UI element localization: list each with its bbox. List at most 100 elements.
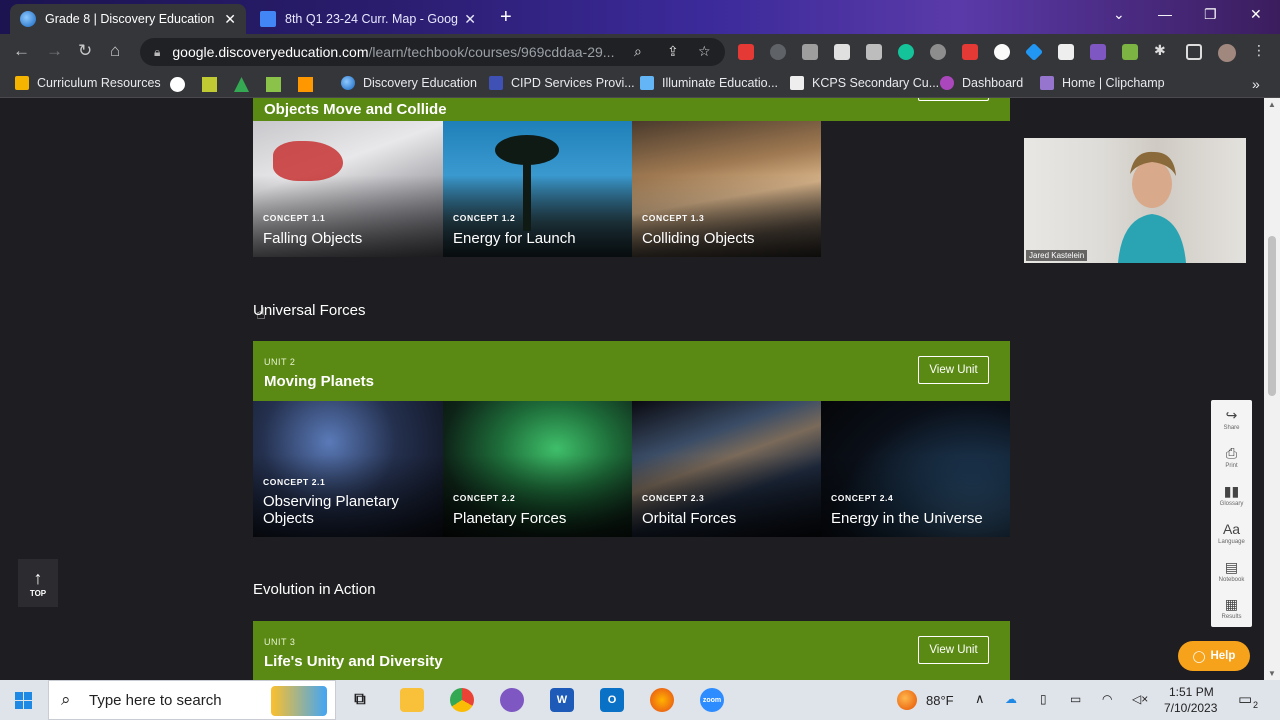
extension-icon[interactable] xyxy=(866,44,882,60)
extension-icon[interactable] xyxy=(1090,44,1106,60)
side-panel-icon[interactable] xyxy=(1186,44,1202,60)
adblock-extension-icon[interactable] xyxy=(738,44,754,60)
extension-icon[interactable] xyxy=(930,44,946,60)
word-icon[interactable]: W xyxy=(550,688,574,712)
firefox-icon[interactable] xyxy=(650,688,674,712)
language-tool[interactable]: Aa Language xyxy=(1211,514,1252,552)
share-icon[interactable]: ⇪ xyxy=(667,43,679,60)
close-window-icon[interactable]: ✕ xyxy=(1250,6,1262,23)
extension-il-icon[interactable] xyxy=(1058,44,1074,60)
extension-icon[interactable] xyxy=(994,44,1010,60)
file-explorer-icon[interactable] xyxy=(400,688,424,712)
zoom-icon[interactable]: zoom xyxy=(700,688,724,712)
notebook-tool[interactable]: ▤ Notebook xyxy=(1211,552,1252,590)
concept-card-1-2[interactable]: CONCEPT 1.2 Energy for Launch xyxy=(443,121,632,257)
extension-icon[interactable] xyxy=(834,44,850,60)
app-icon[interactable] xyxy=(500,688,524,712)
concept-name: Observing Planetary Objects xyxy=(263,493,399,527)
bookmark-c-icon[interactable] xyxy=(266,77,281,92)
outlook-icon[interactable]: O xyxy=(600,688,624,712)
concept-card-2-3[interactable]: CONCEPT 2.3 Orbital Forces xyxy=(632,401,821,537)
chevron-up-icon[interactable]: ∧ xyxy=(975,691,985,707)
bookmark-dashboard[interactable]: Dashboard xyxy=(940,76,1023,90)
unit-title: Life's Unity and Diversity xyxy=(264,653,443,670)
concept-card-2-2[interactable]: CONCEPT 2.2 Planetary Forces xyxy=(443,401,632,537)
glossary-tool[interactable]: ▮▮ Glossary xyxy=(1211,476,1252,514)
view-unit-button[interactable]: View Unit xyxy=(918,636,989,664)
bookmark-kcps[interactable]: KCPS Secondary Cu... xyxy=(790,76,939,90)
help-button[interactable]: ◯ Help xyxy=(1178,641,1250,671)
arrow-up-icon: ↑ xyxy=(33,567,43,588)
wifi-icon[interactable]: ◠ xyxy=(1102,692,1112,706)
bookmark-curriculum-resources[interactable]: Curriculum Resources xyxy=(15,76,161,90)
concept-card-2-1[interactable]: CONCEPT 2.1 Observing Planetary Objects xyxy=(253,401,443,537)
minimize-icon[interactable]: — xyxy=(1158,6,1172,22)
view-unit-button[interactable]: View Unit xyxy=(918,356,989,384)
onedrive-icon[interactable]: ☁ xyxy=(1005,692,1017,706)
extension-icon[interactable] xyxy=(962,44,978,60)
discovery-globe-icon xyxy=(20,11,36,27)
list-icon xyxy=(489,76,503,90)
windows-start-icon[interactable] xyxy=(15,692,32,709)
extension-icon[interactable] xyxy=(1122,44,1138,60)
share-tool[interactable]: ↪ Share xyxy=(1211,400,1252,438)
tool-label: Results xyxy=(1221,613,1242,620)
discovery-globe-icon xyxy=(341,76,355,90)
extensions-puzzle-icon[interactable]: ✱ xyxy=(1154,42,1170,58)
reload-icon[interactable]: ↻ xyxy=(78,41,92,61)
restore-icon[interactable]: ❐ xyxy=(1204,6,1217,23)
task-view-icon[interactable]: ⧉ xyxy=(348,688,372,712)
close-tab-icon[interactable]: ✕ xyxy=(224,11,236,28)
tab-curriculum-map[interactable]: 8th Q1 23-24 Curr. Map - Google ✕ xyxy=(250,4,486,34)
video-overlay[interactable]: Jared Kastelein xyxy=(1024,138,1246,263)
page-scrollbar[interactable]: ▲ ▼ xyxy=(1264,98,1280,680)
new-tab-button[interactable]: + xyxy=(500,6,512,29)
bookmark-clipchamp[interactable]: Home | Clipchamp xyxy=(1040,76,1165,90)
chrome-icon[interactable] xyxy=(450,688,474,712)
print-tool[interactable]: ⎙ Print xyxy=(1211,438,1252,476)
home-icon[interactable]: ⌂ xyxy=(110,41,120,61)
tab-search-icon[interactable]: ⌄ xyxy=(1113,6,1125,23)
unit-title: Moving Planets xyxy=(264,373,375,390)
more-bookmarks-icon[interactable]: » xyxy=(1252,76,1260,92)
extension-d-icon[interactable] xyxy=(802,44,818,60)
concept-card-1-3[interactable]: CONCEPT 1.3 Colliding Objects xyxy=(632,121,821,257)
browser-menu-icon[interactable]: ⋮ xyxy=(1252,42,1268,58)
concept-image xyxy=(273,141,343,181)
bookmark-orange-icon[interactable] xyxy=(298,77,313,92)
results-tool[interactable]: ▦ Results xyxy=(1211,589,1252,627)
tool-label: Language xyxy=(1218,538,1245,545)
notification-icon[interactable]: ▭ xyxy=(1238,690,1252,708)
scroll-down-icon[interactable]: ▼ xyxy=(1268,669,1276,678)
tool-label: Share xyxy=(1223,424,1240,431)
forward-icon[interactable]: → xyxy=(46,41,63,61)
concept-card-1-1[interactable]: CONCEPT 1.1 Falling Objects xyxy=(253,121,443,257)
bookmark-illuminate[interactable]: Illuminate Educatio... xyxy=(640,76,778,90)
book-icon: ▮▮ xyxy=(1223,482,1240,499)
bookmark-star-icon[interactable]: ☆ xyxy=(698,43,711,60)
back-to-top-button[interactable]: ↑ TOP xyxy=(18,559,58,607)
scrollbar-thumb[interactable] xyxy=(1268,236,1276,396)
clock-date[interactable]: 7/10/2023 xyxy=(1164,701,1217,715)
close-tab-icon[interactable]: ✕ xyxy=(464,11,476,28)
clock-time[interactable]: 1:51 PM xyxy=(1169,685,1214,699)
bookmark-cipd[interactable]: CIPD Services Provi... xyxy=(489,76,635,90)
bookmark-discovery-education[interactable]: Discovery Education xyxy=(341,76,477,90)
tab-discovery-education[interactable]: Grade 8 | Discovery Education ✕ xyxy=(10,4,246,34)
volume-muted-icon[interactable]: ◁× xyxy=(1132,692,1148,706)
zoom-search-icon[interactable]: ⌕ xyxy=(634,43,642,60)
classroom-icon[interactable] xyxy=(202,77,217,92)
back-icon[interactable]: ← xyxy=(13,41,30,61)
profile-avatar[interactable] xyxy=(1218,44,1236,62)
battery-icon[interactable]: ▭ xyxy=(1070,692,1081,706)
scroll-up-icon[interactable]: ▲ xyxy=(1268,100,1276,109)
view-unit-button[interactable] xyxy=(918,98,989,101)
google-icon[interactable] xyxy=(170,77,185,92)
concept-card-2-4[interactable]: CONCEPT 2.4 Energy in the Universe xyxy=(821,401,1010,537)
usb-icon[interactable]: ▯ xyxy=(1040,692,1047,706)
weather-temp[interactable]: 88°F xyxy=(926,693,954,708)
taskbar-search-input[interactable]: ⌕ Type here to search xyxy=(48,680,336,720)
extension-icon[interactable] xyxy=(770,44,786,60)
grammarly-icon[interactable] xyxy=(898,44,914,60)
drive-icon[interactable] xyxy=(234,77,249,92)
